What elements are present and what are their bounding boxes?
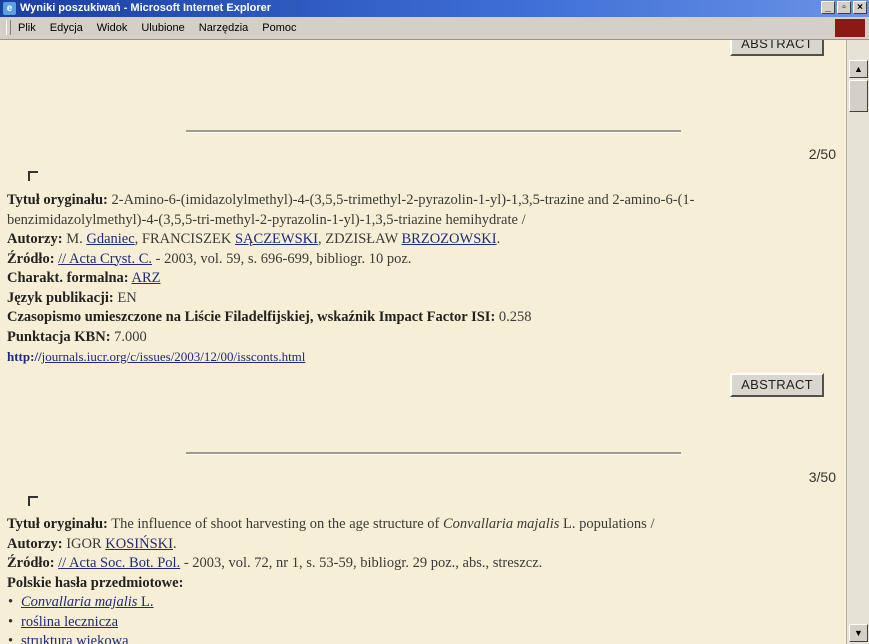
internet-explorer-icon: e [3,2,16,15]
url-line: http://journals.iucr.org/c/issues/2003/1… [7,347,833,367]
menu-favorites[interactable]: Ulubione [141,22,184,34]
windows-logo-icon [835,19,865,37]
author-first-name: FRANCISZEK [141,231,232,247]
window-title: Wyniki poszukiwań - Microsoft Internet E… [20,2,272,14]
language-line: Język publikacji: EN [7,289,833,309]
authors-line: Autorzy: IGOR KOSIŃSKI. [7,535,833,555]
page-content: ABSTRACT 2/50 Tytuł oryginału: 2-Amino-6… [0,40,846,644]
keywords-heading: Polskie hasła przedmiotowe: [7,574,833,594]
author-link[interactable]: Gdaniec [86,231,134,247]
keyword-link[interactable]: struktura wiekowa [21,633,129,644]
keywords-list: Convallaria majalis L. roślina lecznicza… [7,593,833,644]
impact-factor-label: Czasopismo umieszczone na Liście Filadel… [7,309,496,325]
source-details: - 2003, vol. 72, nr 1, s. 53-59, bibliog… [180,555,543,571]
menu-file[interactable]: Plik [18,22,36,34]
abstract-button[interactable]: ABSTRACT [730,373,824,397]
authors-label: Autorzy: [7,231,63,247]
language-label: Język publikacji: [7,289,114,306]
author-first-name: ZDZISŁAW [325,231,398,247]
authors-end: . [496,231,501,247]
source-link[interactable]: // Acta Soc. Bot. Pol. [58,555,180,571]
list-item: roślina lecznicza [8,613,833,633]
title-line: Tytuł oryginału: 2-Amino-6-(imidazolylme… [7,191,833,230]
record-details: Tytuł oryginału: 2-Amino-6-(imidazolylme… [7,191,833,367]
scroll-down-arrow-icon[interactable]: ▼ [849,624,868,642]
abstract-button[interactable]: ABSTRACT [730,40,824,56]
authors-label: Autorzy: [7,535,63,552]
title-end: L. populations / [559,516,655,532]
title-value: The influence of shoot harvesting on the… [111,516,443,532]
format-link[interactable]: ARZ [131,270,160,286]
title-value: 2-Amino-6-(imidazolylmethyl)-4-(3,5,5-tr… [7,192,695,228]
source-details: - 2003, vol. 59, s. 696-699, bibliogr. 1… [152,250,412,267]
divider [186,452,681,455]
author-separator: , [134,231,142,247]
scroll-up-arrow-icon[interactable]: ▲ [849,60,868,78]
keyword-link[interactable]: Convallaria majalis L. [21,594,154,610]
authors-line: Autorzy: M. Gdaniec, FRANCISZEK SĄCZEWSK… [7,230,833,250]
record-counter: 2/50 [808,146,836,162]
list-item: Convallaria majalis L. [8,593,833,613]
menu-tools[interactable]: Narzędzia [199,22,249,34]
title-bar[interactable]: e Wyniki poszukiwań - Microsoft Internet… [0,0,869,17]
source-line: Źródło: // Acta Cryst. C. - 2003, vol. 5… [7,250,833,270]
vertical-scrollbar[interactable]: ▲ ▼ [846,40,869,644]
title-label: Tytuł oryginału: [7,516,108,532]
author-link[interactable]: BRZOZOWSKI [402,231,497,247]
author-first-name: M. [66,231,83,247]
record-checkbox[interactable] [28,496,38,506]
format-line: Charakt. formalna: ARZ [7,269,833,289]
kbn-score-label: Punktacja KBN: [7,328,111,345]
menu-help[interactable]: Pomoc [262,22,296,34]
source-line: Źródło: // Acta Soc. Bot. Pol. - 2003, v… [7,554,833,574]
menu-view[interactable]: Widok [97,22,128,34]
author-link[interactable]: SĄCZEWSKI [235,231,318,247]
minimize-button[interactable]: _ [821,1,835,14]
menu-bar: Plik Edycja Widok Ulubione Narzędzia Pom… [0,17,869,40]
title-species: Convallaria majalis [443,516,560,532]
record-counter: 3/50 [808,469,836,485]
record-details: Tytuł oryginału: The influence of shoot … [7,515,833,644]
author-first-name: IGOR [66,535,102,552]
kbn-score-line: Punktacja KBN: 7.000 [7,328,833,348]
keywords-label: Polskie hasła przedmiotowe: [7,574,184,591]
keyword-suffix: L. [137,594,154,610]
impact-factor-value: 0.258 [498,309,532,325]
keyword-species: Convallaria majalis [21,594,138,610]
title-label: Tytuł oryginału: [7,192,108,208]
toolbar-grip[interactable] [6,20,11,35]
divider [186,130,681,133]
menu-edit[interactable]: Edycja [50,22,83,34]
record-checkbox[interactable] [28,171,38,181]
source-label: Źródło: [7,250,55,267]
window-controls: _ ▫ × [819,1,867,16]
author-link[interactable]: KOSIŃSKI [105,536,173,552]
impact-factor-line: Czasopismo umieszczone na Liście Filadel… [7,308,833,328]
authors-end: . [172,535,177,552]
browser-window: e Wyniki poszukiwań - Microsoft Internet… [0,0,869,644]
language-value: EN [117,289,137,306]
title-line: Tytuł oryginału: The influence of shoot … [7,515,833,535]
keyword-link[interactable]: roślina lecznicza [21,614,118,630]
kbn-score-value: 7.000 [114,328,147,345]
source-link[interactable]: // Acta Cryst. C. [58,251,152,267]
url-link[interactable]: journals.iucr.org/c/issues/2003/12/00/is… [42,349,306,364]
list-item: struktura wiekowa [8,632,833,644]
source-label: Źródło: [7,555,55,571]
format-label: Charakt. formalna: [7,270,129,286]
close-button[interactable]: × [853,1,867,14]
scroll-thumb[interactable] [849,80,868,112]
url-prefix: http:// [7,349,42,364]
maximize-button[interactable]: ▫ [837,1,851,14]
